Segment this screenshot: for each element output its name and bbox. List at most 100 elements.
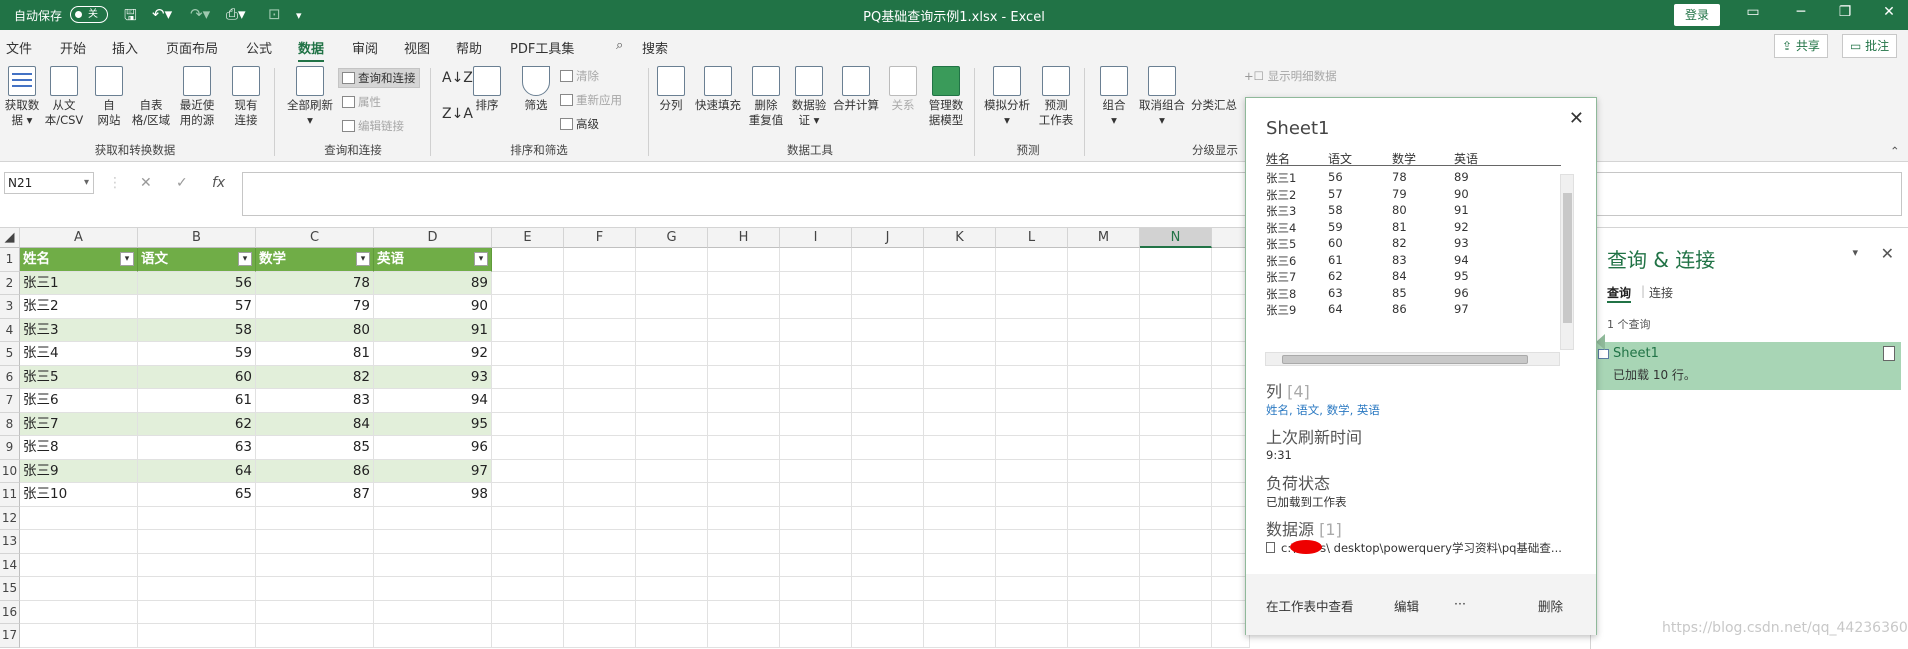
tab-formulas[interactable]: 公式	[246, 38, 272, 57]
empty-cell[interactable]	[138, 530, 256, 554]
empty-cell[interactable]	[492, 459, 564, 483]
empty-cell[interactable]	[996, 577, 1068, 601]
empty-cell[interactable]	[1140, 577, 1212, 601]
empty-cell[interactable]	[1068, 389, 1140, 413]
table-header-cell[interactable]: 英语 ▾	[374, 248, 492, 272]
table-cell[interactable]: 59	[138, 342, 256, 366]
empty-cell[interactable]	[492, 318, 564, 342]
empty-cell[interactable]	[996, 506, 1068, 530]
comments-button[interactable]: ▭ 批注	[1842, 34, 1898, 58]
empty-cell[interactable]	[708, 600, 780, 624]
empty-cell[interactable]	[852, 412, 924, 436]
empty-cell[interactable]	[852, 459, 924, 483]
row-header[interactable]: 9	[0, 436, 20, 460]
empty-cell[interactable]	[708, 342, 780, 366]
table-cell[interactable]: 61	[138, 389, 256, 413]
empty-cell[interactable]	[374, 600, 492, 624]
edit-button[interactable]: 编辑	[1394, 596, 1419, 615]
ribbon-display-icon[interactable]: ▭	[1738, 4, 1768, 20]
empty-cell[interactable]	[708, 530, 780, 554]
empty-cell[interactable]	[256, 577, 374, 601]
empty-cell[interactable]	[492, 506, 564, 530]
table-cell[interactable]: 张三7	[20, 412, 138, 436]
empty-cell[interactable]	[996, 365, 1068, 389]
empty-cell[interactable]	[492, 365, 564, 389]
empty-cell[interactable]	[852, 600, 924, 624]
empty-cell[interactable]	[996, 318, 1068, 342]
empty-cell[interactable]	[374, 577, 492, 601]
worksheet-grid[interactable]: ◢ A B C D E F G H I J K L M N 1234567891…	[0, 228, 1250, 649]
filter-button[interactable]: 筛选	[518, 66, 554, 113]
empty-cell[interactable]	[492, 553, 564, 577]
empty-cell[interactable]	[780, 389, 852, 413]
empty-cell[interactable]	[1068, 506, 1140, 530]
empty-cell[interactable]	[708, 389, 780, 413]
empty-cell[interactable]	[708, 436, 780, 460]
existing-connections-button[interactable]: 现有 连接	[228, 66, 264, 128]
column-header[interactable]: F	[564, 228, 636, 248]
empty-cell[interactable]	[852, 342, 924, 366]
what-if-button[interactable]: 模拟分析 ▾	[980, 66, 1034, 128]
share-button[interactable]: ⇪ 共享	[1774, 34, 1828, 58]
empty-cell[interactable]	[996, 248, 1068, 272]
scroll-thumb[interactable]	[1282, 355, 1528, 364]
popup-close-icon[interactable]: ✕	[1569, 108, 1584, 129]
row-header[interactable]: 8	[0, 412, 20, 436]
empty-cell[interactable]	[636, 389, 708, 413]
empty-cell[interactable]	[564, 248, 636, 272]
sort-az-icon[interactable]: A↓Z	[442, 70, 473, 86]
subtotal-button[interactable]: 分类汇总	[1188, 66, 1240, 324]
column-header[interactable]: G	[636, 228, 708, 248]
column-header[interactable]: C	[256, 228, 374, 248]
enter-icon[interactable]: ✓	[176, 175, 188, 191]
empty-cell[interactable]	[924, 624, 996, 648]
empty-cell[interactable]	[564, 365, 636, 389]
empty-cell[interactable]	[780, 530, 852, 554]
empty-cell[interactable]	[1140, 553, 1212, 577]
empty-cell[interactable]	[924, 365, 996, 389]
empty-cell[interactable]	[780, 459, 852, 483]
empty-cell[interactable]	[780, 553, 852, 577]
empty-cell[interactable]	[1140, 506, 1212, 530]
empty-cell[interactable]	[1068, 342, 1140, 366]
table-cell[interactable]: 82	[256, 365, 374, 389]
table-header-cell[interactable]: 姓名 ▾	[20, 248, 138, 272]
collapse-ribbon-icon[interactable]: ⌃	[1890, 144, 1900, 158]
table-cell[interactable]: 83	[256, 389, 374, 413]
empty-cell[interactable]	[780, 600, 852, 624]
empty-cell[interactable]	[708, 248, 780, 272]
table-cell[interactable]: 93	[374, 365, 492, 389]
search-icon[interactable]: ⌕	[616, 38, 623, 53]
from-csv-button[interactable]: 从文 本/CSV	[44, 66, 84, 128]
empty-cell[interactable]	[636, 553, 708, 577]
empty-cell[interactable]	[780, 412, 852, 436]
tab-view[interactable]: 视图	[404, 38, 430, 57]
column-header-selected[interactable]: N	[1140, 228, 1212, 248]
empty-cell[interactable]	[1140, 459, 1212, 483]
empty-cell[interactable]	[924, 389, 996, 413]
table-cell[interactable]: 张三6	[20, 389, 138, 413]
empty-cell[interactable]	[1140, 530, 1212, 554]
table-cell[interactable]: 张三10	[20, 483, 138, 507]
table-cell[interactable]: 79	[256, 295, 374, 319]
document-icon[interactable]	[1883, 346, 1895, 361]
recent-sources-button[interactable]: 最近使 用的源	[176, 66, 218, 128]
column-header[interactable]: D	[374, 228, 492, 248]
table-cell[interactable]: 86	[256, 459, 374, 483]
empty-cell[interactable]	[996, 389, 1068, 413]
empty-cell[interactable]	[1140, 412, 1212, 436]
table-cell[interactable]: 56	[138, 271, 256, 295]
table-cell[interactable]: 87	[256, 483, 374, 507]
empty-cell[interactable]	[374, 530, 492, 554]
empty-cell[interactable]	[924, 506, 996, 530]
empty-cell[interactable]	[492, 577, 564, 601]
empty-cell[interactable]	[636, 295, 708, 319]
empty-cell[interactable]	[636, 624, 708, 648]
empty-cell[interactable]	[924, 483, 996, 507]
empty-cell[interactable]	[708, 483, 780, 507]
insert-function-icon[interactable]: fx	[212, 175, 225, 191]
table-header-cell[interactable]: 数学 ▾	[256, 248, 374, 272]
table-cell[interactable]: 78	[256, 271, 374, 295]
empty-cell[interactable]	[780, 295, 852, 319]
refresh-all-button[interactable]: 全部刷新 ▾	[284, 66, 336, 128]
